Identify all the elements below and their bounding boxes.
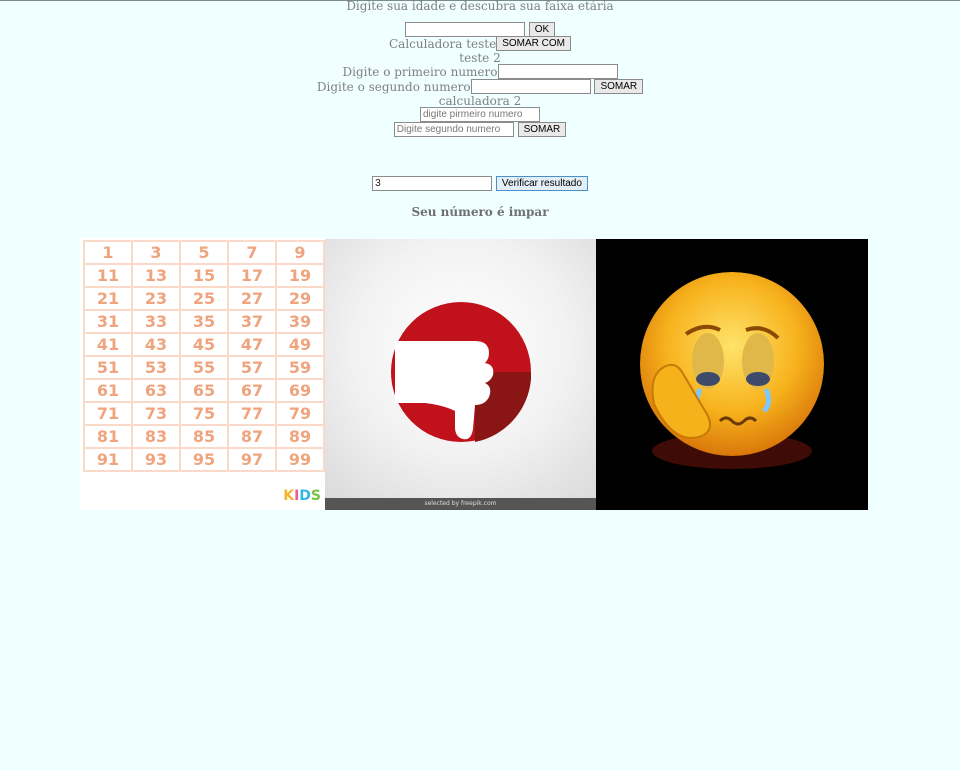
grid-row: 41 43 45 47 49 bbox=[83, 332, 325, 357]
grid-cell: 15 bbox=[179, 263, 229, 288]
grid-cell: 97 bbox=[227, 447, 277, 472]
grid-cell: 95 bbox=[179, 447, 229, 472]
grid-cell: 89 bbox=[275, 424, 325, 449]
grid-cell: 5 bbox=[179, 240, 229, 265]
grid-cell: 73 bbox=[131, 401, 181, 426]
grid-cell: 29 bbox=[275, 286, 325, 311]
ok-button[interactable]: OK bbox=[528, 22, 556, 37]
grid-cell: 11 bbox=[83, 263, 133, 288]
grid-cell: 77 bbox=[227, 401, 277, 426]
grid-row: 81 83 85 87 89 bbox=[83, 424, 325, 449]
grid-cell: 37 bbox=[227, 309, 277, 334]
somar-button[interactable]: SOMAR bbox=[594, 79, 644, 94]
grid-cell: 25 bbox=[179, 286, 229, 311]
grid-row: 13579 bbox=[83, 240, 325, 265]
odd-numbers-image: 1 3 5 7 9 11 13 15 17 19 21 23 25 27 29 31 33 35 37 39 41 43 4… bbox=[80, 237, 325, 510]
thumbs-down-icon bbox=[391, 302, 531, 442]
calc-teste-row: Calculadora teste SOMAR COM bbox=[0, 36, 960, 51]
grid-cell: 69 bbox=[275, 378, 325, 403]
calc2-second-input[interactable] bbox=[393, 122, 514, 137]
first-number-input[interactable] bbox=[497, 64, 618, 79]
result-images: 1 3 5 7 9 11 13 15 17 19 21 23 25 27 29 31 33 35 37 39 41 43 4… bbox=[80, 237, 868, 510]
grid-cell: 39 bbox=[275, 309, 325, 334]
grid-cell: 13 bbox=[131, 263, 181, 288]
grid-cell: 9 bbox=[275, 240, 325, 265]
first-number-row: Digite o primeiro numero bbox=[0, 64, 960, 79]
grid-cell: 53 bbox=[131, 355, 181, 380]
calc2-somar-button[interactable]: SOMAR bbox=[517, 122, 567, 137]
grid-row: 31 33 35 37 39 bbox=[83, 309, 325, 334]
teste2-title: teste 2 bbox=[459, 51, 501, 65]
age-form: OK bbox=[0, 22, 960, 37]
grid-row: 61 63 65 67 69 bbox=[83, 378, 325, 403]
grid-cell: 93 bbox=[131, 447, 181, 472]
grid-cell: 57 bbox=[227, 355, 277, 380]
grid-cell: 51 bbox=[83, 355, 133, 380]
grid-cell: 67 bbox=[227, 378, 277, 403]
age-input[interactable] bbox=[404, 22, 525, 37]
second-number-row: Digite o segundo numero SOMAR bbox=[0, 79, 960, 94]
somar-com-button[interactable]: SOMAR COM bbox=[496, 36, 571, 51]
grid-cell: 45 bbox=[179, 332, 229, 357]
odd-numbers-table: 1 3 5 7 9 11 13 15 17 19 21 23 25 27 29 31 33 35 37 39 41 43 4… bbox=[83, 240, 325, 472]
calc2-first-input[interactable] bbox=[420, 107, 540, 122]
calc2-title: calculadora 2 bbox=[438, 94, 522, 108]
grid-cell: 71 bbox=[83, 401, 133, 426]
grid-row: 91 93 95 97 99 bbox=[83, 447, 325, 472]
grid-cell: 65 bbox=[179, 378, 229, 403]
grid-row: 21 23 25 27 29 bbox=[83, 286, 325, 311]
grid-cell: 87 bbox=[227, 424, 277, 449]
grid-cell: 3 bbox=[131, 240, 181, 265]
grid-cell: 85 bbox=[179, 424, 229, 449]
number-input[interactable] bbox=[372, 176, 493, 191]
grid-cell: 91 bbox=[83, 447, 133, 472]
grid-cell: 61 bbox=[83, 378, 133, 403]
grid-row: 51 53 55 57 59 bbox=[83, 355, 325, 380]
calc2-second-row: SOMAR bbox=[0, 122, 960, 137]
grid-cell: 1 bbox=[83, 240, 133, 265]
verify-row: Verificar resultado bbox=[0, 176, 960, 191]
thumbs-down-image: selected by freepik.com bbox=[325, 239, 596, 510]
grid-cell: 31 bbox=[83, 309, 133, 334]
grid-cell: 63 bbox=[131, 378, 181, 403]
grid-cell: 79 bbox=[275, 401, 325, 426]
thumb-caption: selected by freepik.com bbox=[325, 498, 596, 510]
kids-logo: KIDS bbox=[283, 488, 321, 504]
grid-cell: 17 bbox=[227, 263, 277, 288]
grid-cell: 7 bbox=[227, 240, 277, 265]
grid-cell: 41 bbox=[83, 332, 133, 357]
second-number-input[interactable] bbox=[470, 79, 591, 94]
calc-teste-label: Calculadora teste bbox=[388, 36, 497, 51]
grid-cell: 81 bbox=[83, 424, 133, 449]
grid-cell: 55 bbox=[179, 355, 229, 380]
grid-cell: 33 bbox=[131, 309, 181, 334]
calc2-first-row bbox=[0, 107, 960, 122]
crying-emoji-image bbox=[596, 239, 868, 510]
grid-row: 11 13 15 17 19 bbox=[83, 263, 325, 288]
grid-cell: 75 bbox=[179, 401, 229, 426]
grid-row: 71 73 75 77 79 bbox=[83, 401, 325, 426]
grid-cell: 19 bbox=[275, 263, 325, 288]
grid-cell: 35 bbox=[179, 309, 229, 334]
grid-cell: 49 bbox=[275, 332, 325, 357]
crying-emoji-icon bbox=[640, 272, 824, 469]
grid-cell: 27 bbox=[227, 286, 277, 311]
grid-cell: 83 bbox=[131, 424, 181, 449]
second-number-label: Digite o segundo numero bbox=[316, 79, 471, 94]
grid-cell: 23 bbox=[131, 286, 181, 311]
grid-cell: 43 bbox=[131, 332, 181, 357]
first-number-label: Digite o primeiro numero bbox=[342, 64, 498, 79]
grid-cell: 59 bbox=[275, 355, 325, 380]
age-prompt: Digite sua idade e descubra sua faixa et… bbox=[346, 0, 614, 13]
verify-button[interactable]: Verificar resultado bbox=[495, 176, 588, 191]
grid-cell: 47 bbox=[227, 332, 277, 357]
grid-cell: 99 bbox=[275, 447, 325, 472]
result-message: Seu número é impar bbox=[411, 205, 549, 219]
grid-cell: 21 bbox=[83, 286, 133, 311]
